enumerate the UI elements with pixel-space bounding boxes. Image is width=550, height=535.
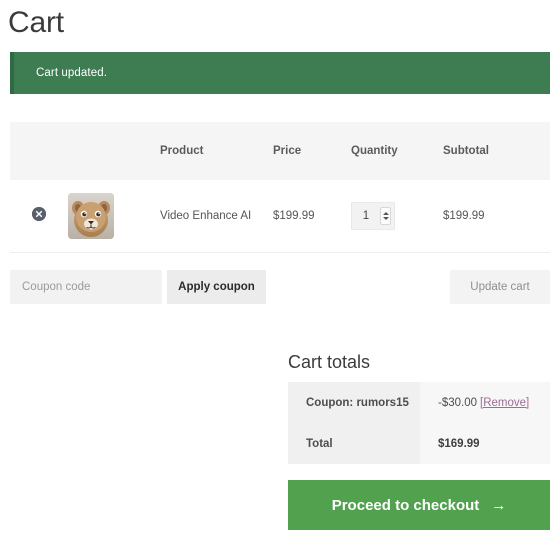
cart-items-table: Product Price Quantity Subtotal Video En… xyxy=(10,122,550,253)
proceed-to-checkout-button[interactable]: Proceed to checkout → xyxy=(288,480,550,530)
notice-message: Cart updated. xyxy=(36,67,107,79)
cart-totals-coupon-row: Coupon: rumors15 -$30.00 [Remove] xyxy=(288,382,550,423)
coupon-amount-cell: -$30.00 [Remove] xyxy=(420,382,550,423)
checkout-label: Proceed to checkout xyxy=(331,496,480,514)
column-header-product: Product xyxy=(148,122,273,180)
lion-cub-product-image[interactable] xyxy=(68,192,114,239)
coupon-label: Coupon: rumors15 xyxy=(288,382,420,423)
cart-table-header-row: Product Price Quantity Subtotal xyxy=(10,122,550,180)
quantity-stepper[interactable]: 1 xyxy=(351,201,395,230)
cart-item-row: Video Enhance AI $199.99 1 $199.99 xyxy=(10,180,550,253)
quantity-value[interactable]: 1 xyxy=(352,210,380,222)
column-header-subtotal: Subtotal xyxy=(443,122,550,180)
coupon-code-input[interactable] xyxy=(10,270,162,304)
product-thumbnail-cell xyxy=(68,180,148,253)
apply-coupon-button[interactable]: Apply coupon xyxy=(167,270,266,304)
product-subtotal-cell: $199.99 xyxy=(443,180,550,253)
cart-updated-notice: Cart updated. xyxy=(10,52,550,94)
cart-totals-total-row: Total $169.99 xyxy=(288,423,550,464)
product-quantity-cell: 1 xyxy=(351,180,443,253)
total-label: Total xyxy=(288,423,420,464)
product-name-link[interactable]: Video Enhance AI xyxy=(148,210,251,222)
column-header-price: Price xyxy=(273,122,351,180)
remove-circle-icon[interactable] xyxy=(32,207,46,222)
total-amount-cell: $169.99 xyxy=(420,423,550,464)
coupon-amount: -$30.00 xyxy=(438,396,478,409)
quantity-spinner-arrows-icon[interactable] xyxy=(380,206,391,225)
column-header-thumbnail xyxy=(68,122,148,180)
cart-totals-table: Coupon: rumors15 -$30.00 [Remove] Total $… xyxy=(288,382,550,464)
remove-item-cell xyxy=(10,180,68,253)
product-price-cell: $199.99 xyxy=(273,180,351,253)
remove-coupon-link[interactable]: [Remove] xyxy=(480,397,529,409)
page-title: Cart xyxy=(8,6,64,39)
column-header-remove xyxy=(10,122,68,180)
total-amount: $169.99 xyxy=(438,437,480,450)
product-name-cell: Video Enhance AI xyxy=(148,180,273,253)
cart-actions-row: Apply coupon Update cart xyxy=(10,270,550,304)
arrow-right-icon: → xyxy=(491,496,507,514)
update-cart-button[interactable]: Update cart xyxy=(450,270,550,304)
cart-totals-heading: Cart totals xyxy=(288,352,371,372)
column-header-quantity: Quantity xyxy=(351,122,443,180)
